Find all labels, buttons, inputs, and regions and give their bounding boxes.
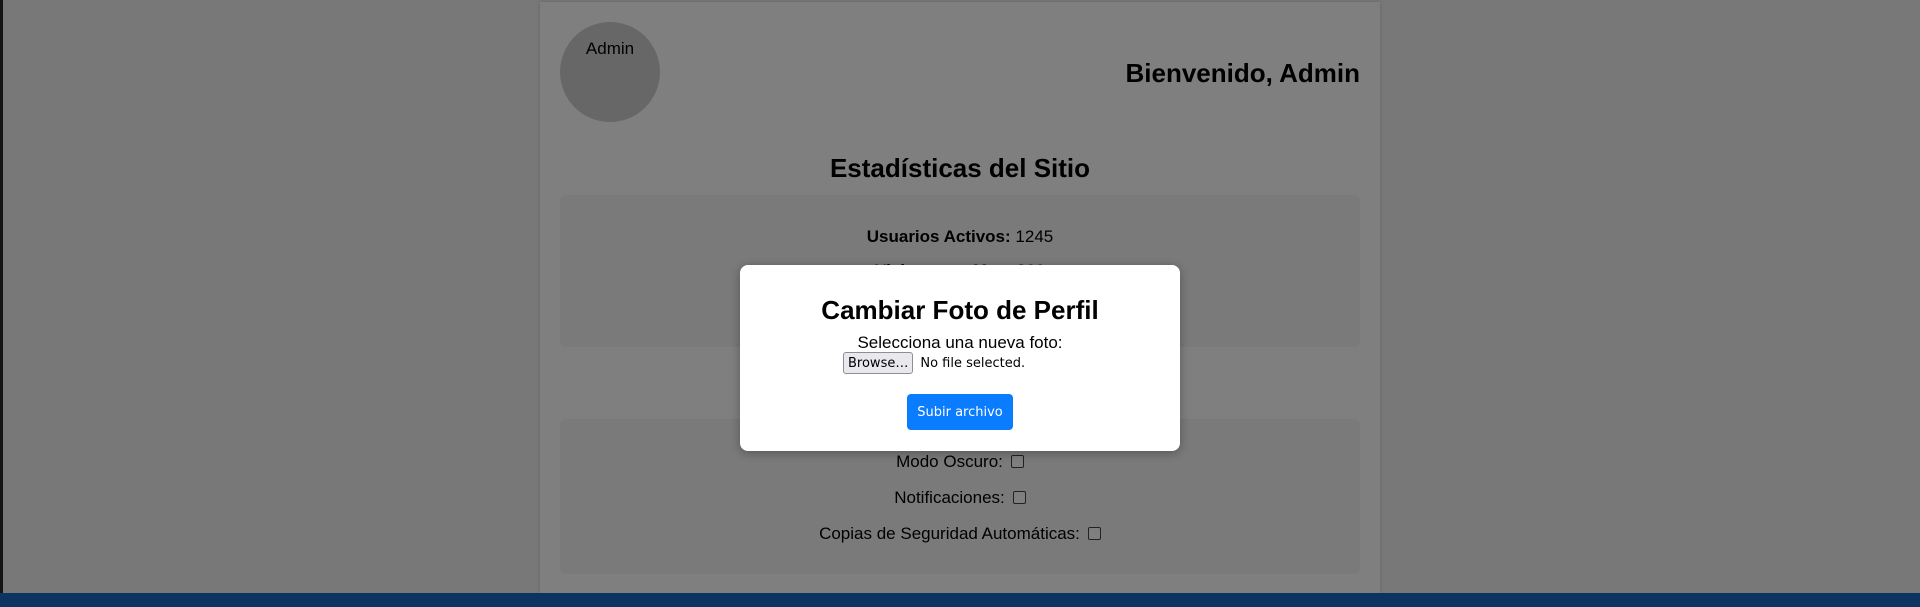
- file-input[interactable]: Browse… No file selected.: [843, 352, 1025, 374]
- change-photo-modal: Cambiar Foto de Perfil Selecciona una nu…: [740, 265, 1180, 451]
- browse-button[interactable]: Browse…: [843, 352, 914, 374]
- page: Admin Bienvenido, Admin Estadísticas del…: [0, 0, 1920, 607]
- modal-title: Cambiar Foto de Perfil: [821, 295, 1099, 325]
- file-input-label: Selecciona una nueva foto:: [857, 333, 1063, 352]
- upload-button[interactable]: Subir archivo: [907, 394, 1013, 430]
- file-status: No file selected.: [920, 355, 1026, 371]
